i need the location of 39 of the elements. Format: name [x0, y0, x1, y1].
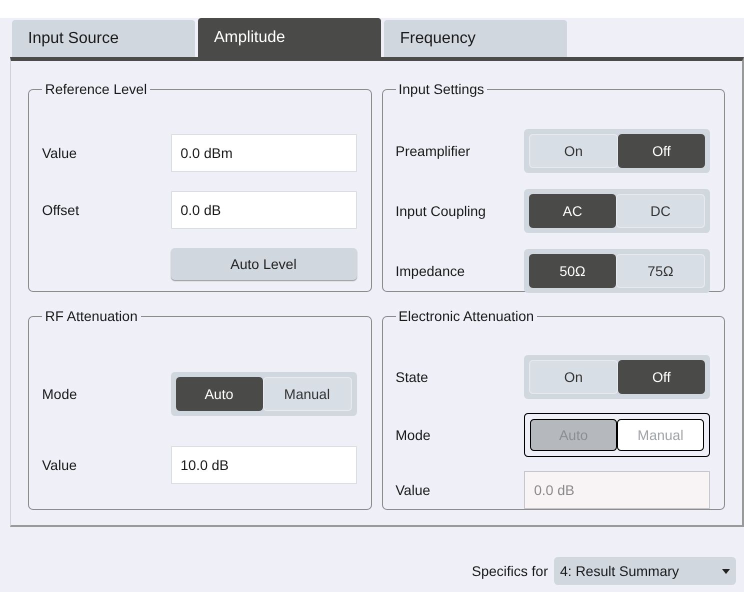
specifics-label: Specifics for: [472, 562, 548, 581]
group-title: RF Attenuation: [44, 307, 139, 326]
row-label: Mode: [42, 384, 78, 404]
toggle-option[interactable]: Manual: [262, 377, 352, 411]
row-label: Preamplifier: [396, 142, 470, 161]
row-label: Offset: [42, 200, 80, 220]
toggle-option[interactable]: Off: [618, 360, 705, 394]
toggle-switch[interactable]: 50Ω 75Ω: [524, 249, 710, 293]
row-label: Value: [396, 480, 430, 500]
row-label: Value: [42, 456, 77, 474]
toggle-option[interactable]: 50Ω: [529, 254, 616, 288]
toggle-option[interactable]: Auto: [176, 377, 262, 411]
tab[interactable]: Frequency: [384, 20, 567, 57]
caret-icon: [722, 568, 730, 574]
toggle-option[interactable]: On: [529, 360, 618, 394]
tab[interactable]: Amplitude: [198, 18, 381, 57]
toggle-switch[interactable]: Auto Manual: [170, 372, 356, 416]
toggle-option[interactable]: DC: [616, 194, 705, 228]
row-label: Mode: [396, 426, 431, 444]
toggle-switch[interactable]: On Off: [524, 129, 710, 173]
group-title: Input Settings: [398, 80, 486, 99]
toggle-option[interactable]: AC: [529, 194, 616, 228]
toggle-switch[interactable]: On Off: [524, 355, 710, 399]
row-label: Input Coupling: [396, 202, 486, 221]
toggle-option[interactable]: 75Ω: [616, 254, 705, 288]
group-title: Reference Level: [44, 80, 148, 99]
specifics-dropdown[interactable]: 4: Result Summary: [554, 557, 736, 585]
value-field[interactable]: 0.0 dBm: [170, 134, 356, 172]
group-title: Electronic Attenuation: [398, 307, 535, 326]
tab[interactable]: Input Source: [12, 20, 195, 57]
auto-level-button[interactable]: Auto Level: [170, 248, 356, 280]
value-field[interactable]: 0.0 dB: [170, 191, 356, 229]
toggle-option[interactable]: On: [529, 134, 618, 168]
row-label: Value: [42, 144, 77, 162]
row-label: State: [396, 368, 428, 386]
value-field[interactable]: 10.0 dB: [170, 446, 356, 484]
toggle-switch[interactable]: AC DC: [524, 189, 710, 233]
toggle-option[interactable]: Off: [618, 134, 705, 168]
row-label: Impedance: [396, 262, 465, 281]
